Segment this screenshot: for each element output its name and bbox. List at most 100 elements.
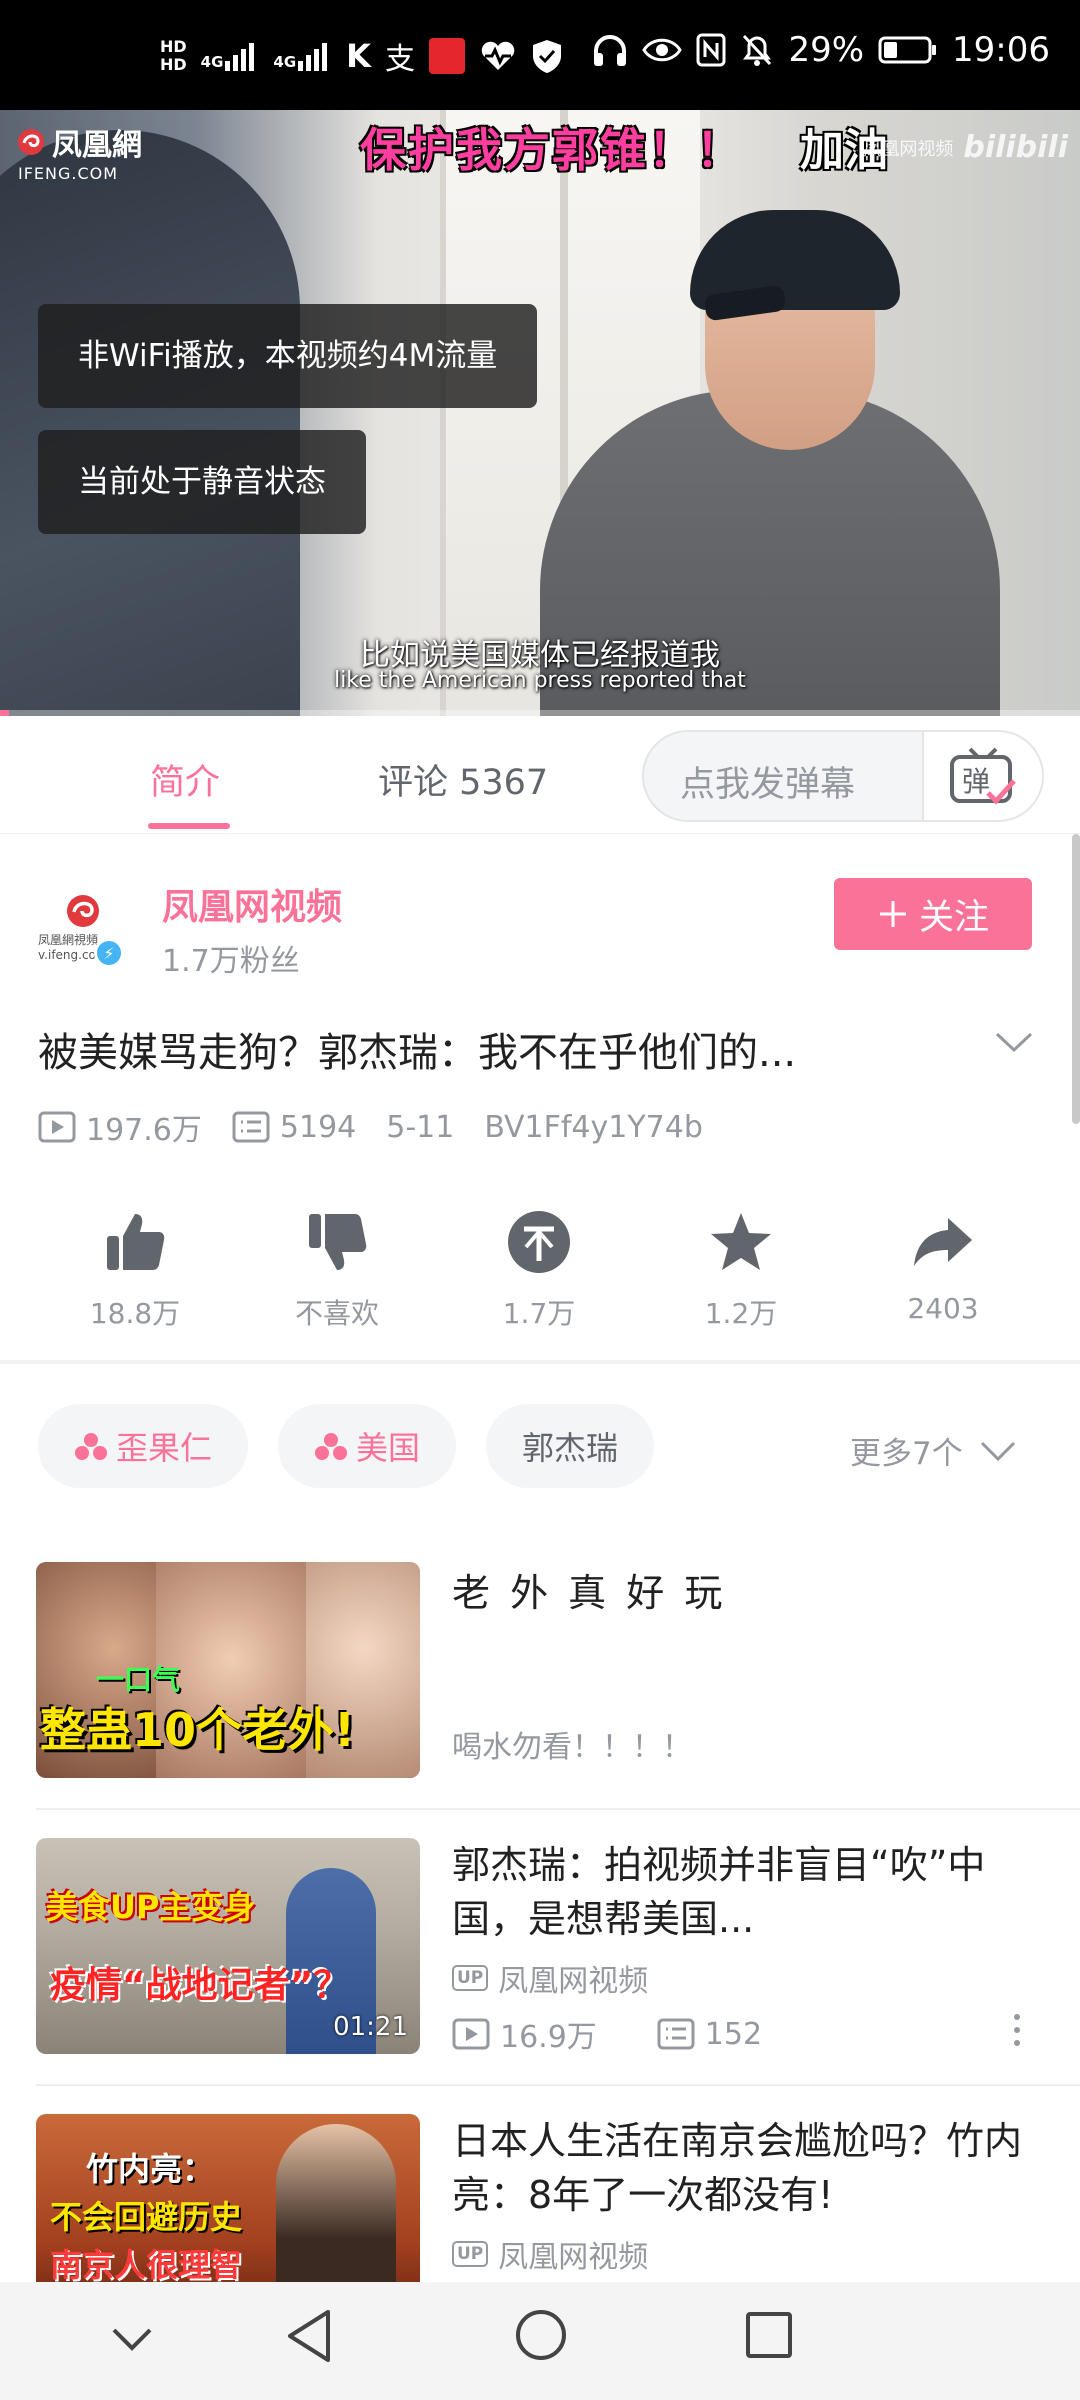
up-badge-icon: UP <box>452 1965 489 1991</box>
clock: 19:06 <box>952 30 1050 70</box>
ifeng-avatar-icon <box>67 894 99 927</box>
hd2-label: HD <box>160 55 187 74</box>
play-count-icon <box>38 1111 76 1143</box>
recents-square-icon <box>746 2312 792 2358</box>
hide-keyboard-button[interactable] <box>110 2326 154 2358</box>
tag-label: 歪果仁 <box>116 1429 213 1467</box>
publish-date: 5-11 <box>386 1109 455 1145</box>
recents-button[interactable] <box>744 2310 794 2364</box>
related-uploader-name: 凤凰网视频 <box>498 2240 649 2275</box>
more-tags-label: 更多7个 <box>850 1436 963 1472</box>
favorite-button[interactable]: 1.2万 <box>656 1200 826 1332</box>
danmaku-count-icon <box>232 1111 270 1143</box>
dislike-button[interactable]: 不喜欢 <box>252 1200 422 1332</box>
signal-2: 4G <box>273 41 332 71</box>
related-title: 老 外 真 好 玩 <box>452 1571 727 1615</box>
tag-chip[interactable]: 歪果仁 <box>38 1404 249 1488</box>
follow-button[interactable]: 关注 <box>834 878 1032 950</box>
view-count: 197.6万 <box>38 1105 202 1149</box>
coin-count: 1.7万 <box>502 1297 576 1330</box>
danmaku-comment: 保护我方郭锥！！ <box>360 123 744 177</box>
battery-percent: 29% <box>788 30 865 70</box>
tab-intro[interactable]: 简介 <box>150 754 220 805</box>
tab-indicator <box>148 823 230 829</box>
related-danmaku: 152 <box>657 2017 762 2052</box>
thumbs-up-icon <box>107 1214 165 1270</box>
more-tags-button[interactable]: 更多7个 <box>850 1428 1017 1473</box>
home-button[interactable] <box>514 2308 568 2366</box>
back-triangle-icon <box>288 2310 330 2362</box>
tag-label: 郭杰瑞 <box>522 1429 619 1467</box>
thumb-caption-main: 整蛊10个老外! <box>40 1703 355 1757</box>
back-button[interactable] <box>284 2306 334 2370</box>
alipay-icon: 支 <box>384 42 415 77</box>
thumb-caption-main: 疫情“战地记者”？ <box>50 1965 350 2006</box>
uploader-section: 凤凰網視頻 v.ifeng.com ⚡ 凤凰网视频 1.7万粉丝 关注 <box>0 834 1080 994</box>
uploader-fans: 1.7万粉丝 <box>162 944 300 979</box>
danmaku-toggle-button[interactable]: 弹 <box>922 732 1042 820</box>
coin-button[interactable]: 1.7万 <box>454 1200 624 1332</box>
like-count: 18.8万 <box>89 1297 181 1330</box>
view-count-value: 197.6万 <box>86 1113 202 1148</box>
video-duration: 01:21 <box>333 2012 408 2042</box>
status-right-icons: 29% 19:06 <box>592 30 1050 70</box>
coin-icon <box>508 1211 570 1273</box>
scrollbar[interactable] <box>1072 834 1080 1124</box>
network-type-1: 4G <box>200 53 224 71</box>
signal-bars-icon <box>298 43 328 71</box>
tab-comments[interactable]: 评论 5367 <box>378 754 548 805</box>
tag-chip[interactable]: 美国 <box>278 1404 457 1488</box>
channel-icon <box>75 1433 107 1460</box>
tag-list: 歪果仁 美国 郭杰瑞 <box>38 1404 655 1488</box>
bilibili-watermark: bilibili <box>963 130 1068 165</box>
video-player[interactable]: 凤凰網 IFENG.COM 保护我方郭锥！！ 加油 凤凰网视频 bilibili… <box>0 110 1080 716</box>
expand-description-button[interactable] <box>994 1030 1034 1058</box>
system-nav-bar <box>0 2282 1080 2400</box>
video-watermark: 凤凰网视频 bilibili <box>863 130 1068 165</box>
favorite-count: 1.2万 <box>704 1297 778 1330</box>
bvid: BV1Ff4y1Y74b <box>484 1109 703 1145</box>
tag-chip[interactable]: 郭杰瑞 <box>486 1404 655 1488</box>
more-options-icon[interactable] <box>1012 2014 1022 2046</box>
related-danmaku-value: 152 <box>704 2016 763 2052</box>
signal-1: 4G <box>201 41 260 71</box>
uploader-name[interactable]: 凤凰网视频 <box>162 878 342 930</box>
chevron-down-icon <box>995 1032 1033 1053</box>
related-views: 16.9万 <box>452 2012 597 2056</box>
data-usage-toast: 非WiFi播放，本视频约4M流量 <box>38 304 538 408</box>
video-meta: 197.6万 5194 5-11 BV1Ff4y1Y74b <box>38 1105 733 1149</box>
verified-icon: ⚡ <box>94 938 124 968</box>
share-count: 2403 <box>907 1292 979 1325</box>
share-icon <box>914 1218 972 1266</box>
related-uploader: UP 凤凰网视频 <box>452 2232 648 2276</box>
related-video-card[interactable]: 一口气 整蛊10个老外! 老 外 真 好 玩 喝水勿看！！！！ <box>0 1562 1080 1822</box>
list-separator <box>36 2084 1080 2086</box>
thumb-caption-top: 竹内亮： <box>86 2150 215 2188</box>
related-stats: 16.9万 152 <box>452 2012 822 2056</box>
related-video-card[interactable]: 美食UP主变身 疫情“战地记者”？ 01:21 郭杰瑞：拍视频并非盲目“吹”中国… <box>0 1838 1080 2098</box>
share-button[interactable]: 2403 <box>858 1200 1028 1325</box>
danmaku-input[interactable]: 点我发弹幕 弹 <box>642 730 1044 822</box>
health-icon <box>481 41 515 70</box>
shield-icon <box>532 40 561 73</box>
k-app-icon: K <box>346 37 371 75</box>
subtitle-en: like the American press reported that <box>334 668 746 693</box>
video-thumbnail: 一口气 整蛊10个老外! <box>36 1562 420 1778</box>
bell-muted-icon <box>743 34 772 66</box>
danmaku-count-value: 5194 <box>279 1109 357 1145</box>
related-uploader: UP 凤凰网视频 <box>452 1956 648 2000</box>
related-description: 喝水勿看！！！！ <box>452 1730 692 1765</box>
danmaku-placeholder: 点我发弹幕 <box>680 765 856 805</box>
watermark-text: 凤凰网视频 <box>863 138 954 160</box>
like-button[interactable]: 18.8万 <box>50 1200 220 1332</box>
muted-toast: 当前处于静音状态 <box>38 430 366 534</box>
video-thumbnail: 美食UP主变身 疫情“战地记者”？ 01:21 <box>36 1838 420 2054</box>
related-views-value: 16.9万 <box>500 2020 597 2055</box>
nfc-icon <box>696 33 726 67</box>
ifeng-logo: 凤凰網 IFENG.COM <box>16 120 142 183</box>
hd-indicator: HD HD <box>160 38 187 74</box>
danmaku-button-glyph: 弹 <box>962 765 990 798</box>
thumb-caption-main: 南京人很理智 <box>50 2246 243 2284</box>
ifeng-logo-en: IFENG.COM <box>18 164 119 183</box>
eye-icon <box>642 38 683 62</box>
